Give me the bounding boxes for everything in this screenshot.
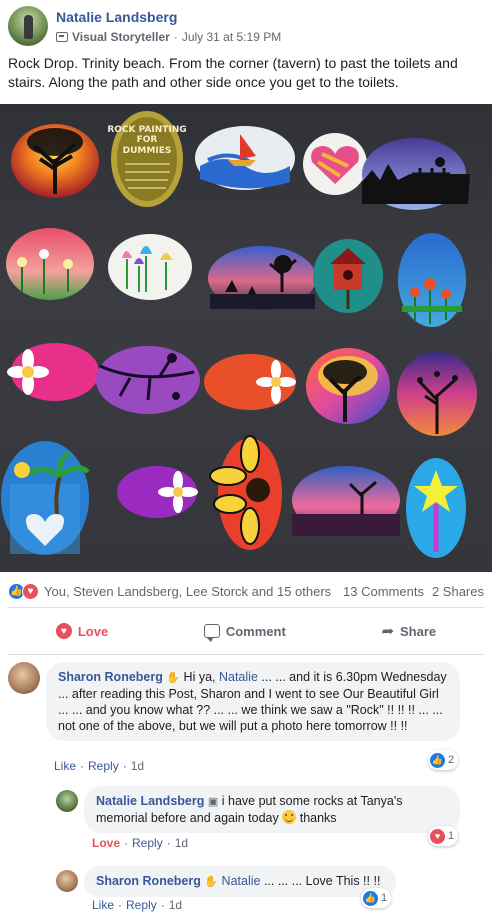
- rock-tree-sunset: [11, 124, 99, 198]
- reactions-summary: 👍 ♥ You, Steven Landsberg, Lee Storck an…: [8, 581, 484, 601]
- commenter-name[interactable]: Sharon Roneberg: [58, 670, 163, 684]
- comment-sharon-reply: Sharon Roneberg ✋ Natalie ... ... ... Lo…: [56, 866, 486, 916]
- reply-link[interactable]: Reply: [126, 898, 157, 912]
- reactors-list[interactable]: You, Steven Landsberg, Lee Storck and 15…: [44, 584, 331, 599]
- author-avatar[interactable]: [8, 6, 48, 46]
- comment-greeting: Hi ya,: [183, 670, 219, 684]
- rock-rainbow-tree: [306, 348, 390, 424]
- comment-natalie-reply: Natalie Landsberg ▣ i have put some rock…: [56, 786, 486, 854]
- like-link[interactable]: Like: [92, 898, 114, 912]
- shares-count[interactable]: 2 Shares: [432, 584, 484, 599]
- love-icon[interactable]: ♥: [22, 582, 39, 600]
- love-link[interactable]: Love: [92, 836, 120, 850]
- comment-time[interactable]: 1d: [131, 759, 144, 773]
- svg-text:FOR: FOR: [137, 135, 158, 145]
- rock-pink-daisy: [7, 343, 99, 401]
- mention-link[interactable]: Natalie: [222, 874, 261, 888]
- comment-time[interactable]: 1d: [169, 898, 182, 912]
- rock-purple-daisy: [117, 466, 198, 518]
- rock-palm-heart: [1, 441, 90, 555]
- comment-reaction-count[interactable]: ♥ 1: [428, 826, 459, 846]
- reply-link[interactable]: Reply: [132, 836, 163, 850]
- reaction-count: 1: [381, 892, 388, 904]
- comment-bubble: Sharon Roneberg ✋ Natalie ... ... ... Lo…: [84, 866, 396, 897]
- heart-icon: ♥: [55, 623, 72, 639]
- wave-icon: ✋: [204, 876, 219, 888]
- storyteller-icon: ▣: [207, 796, 219, 808]
- rock-star-wand: [406, 458, 466, 558]
- svg-text:DUMMIES: DUMMIES: [123, 146, 172, 156]
- love-button-label: Love: [77, 623, 109, 639]
- comment-time[interactable]: 1d: [175, 836, 188, 850]
- commenter-avatar[interactable]: [8, 662, 40, 694]
- rock-cat-fence: [362, 138, 470, 210]
- post-header: Natalie Landsberg Visual Storyteller · J…: [8, 6, 488, 46]
- divider-top: [8, 607, 484, 608]
- divider-bottom: [8, 654, 484, 655]
- post-meta: Visual Storyteller · July 31 at 5:19 PM: [56, 30, 281, 44]
- rock-orange-daisy: [204, 354, 296, 410]
- share-icon: ➦: [381, 623, 395, 640]
- commenter-avatar[interactable]: [56, 870, 78, 892]
- like-link[interactable]: Like: [54, 759, 76, 773]
- rock-sailboat: [195, 126, 295, 190]
- wave-icon: ✋: [166, 672, 181, 684]
- rock-poppies-blue: [398, 233, 466, 327]
- love-button[interactable]: ♥ Love: [46, 617, 118, 645]
- smile-emoji-icon: [282, 810, 297, 824]
- rock-sunset-tree-dots: [397, 352, 477, 436]
- comment-reaction-count[interactable]: 👍 1: [361, 888, 392, 908]
- comment-bubble: Sharon Roneberg ✋ Hi ya, Natalie ... ...…: [46, 662, 460, 741]
- share-button-label: Share: [400, 623, 437, 639]
- love-icon: ♥: [430, 828, 445, 844]
- like-icon: 👍: [363, 890, 378, 906]
- rock-beach-sunset: [292, 466, 400, 536]
- reply-link[interactable]: Reply: [88, 759, 119, 773]
- post-author-name[interactable]: Natalie Landsberg: [56, 9, 177, 25]
- comment-reaction-count[interactable]: 👍 2: [428, 750, 459, 770]
- comment-actions: Like · Reply · 1d: [54, 759, 145, 773]
- comment-actions: Like · Reply · 1d: [92, 898, 183, 912]
- comment-sharon-1: Sharon Roneberg ✋ Hi ya, Natalie ... ...…: [8, 662, 488, 774]
- storyteller-badge[interactable]: Visual Storyteller: [72, 30, 170, 44]
- comment-actions: Love · Reply · 1d: [92, 836, 189, 850]
- rock-sunset-trees: [208, 246, 316, 310]
- comment-bubble: Natalie Landsberg ▣ i have put some rock…: [84, 786, 460, 833]
- like-icon: 👍: [430, 752, 445, 768]
- rock-birdhouse: [313, 239, 383, 313]
- comment-text: ... ... ... Love This !! !!: [260, 874, 381, 888]
- reaction-count: 1: [448, 830, 455, 842]
- comment-text-after: thanks: [296, 811, 337, 825]
- comments-count[interactable]: 13 Comments: [343, 584, 424, 599]
- reaction-count: 2: [448, 754, 455, 766]
- comment-icon: [203, 624, 220, 642]
- comment-button-label: Comment: [225, 623, 286, 639]
- post-photo[interactable]: ROCK PAINTING FOR DUMMIES: [0, 104, 492, 572]
- rock-tulips: [108, 234, 192, 300]
- commenter-name[interactable]: Natalie Landsberg: [96, 794, 204, 808]
- storyteller-icon: [56, 32, 68, 42]
- rock-yellow-flower: [209, 435, 282, 550]
- meta-separator: ·: [173, 30, 178, 44]
- rock-heart: [303, 133, 367, 195]
- comment-button[interactable]: Comment: [194, 618, 296, 645]
- post-timestamp[interactable]: July 31 at 5:19 PM: [182, 30, 281, 44]
- rock-dummies-book: ROCK PAINTING FOR DUMMIES: [107, 111, 187, 207]
- rock-flower-meadow: [6, 228, 94, 300]
- painted-rocks-image: ROCK PAINTING FOR DUMMIES: [1, 111, 477, 558]
- rock-purple-branch-bird: [96, 346, 200, 414]
- share-button[interactable]: ➦ Share: [371, 616, 446, 646]
- commenter-name[interactable]: Sharon Roneberg: [96, 874, 201, 888]
- mention-link[interactable]: Natalie: [219, 670, 258, 684]
- svg-text:ROCK PAINTING: ROCK PAINTING: [107, 125, 186, 135]
- post-actions: ♥ Love Comment ➦ Share: [8, 614, 484, 648]
- commenter-avatar[interactable]: [56, 790, 78, 812]
- post-text: Rock Drop. Trinity beach. From the corne…: [8, 55, 458, 90]
